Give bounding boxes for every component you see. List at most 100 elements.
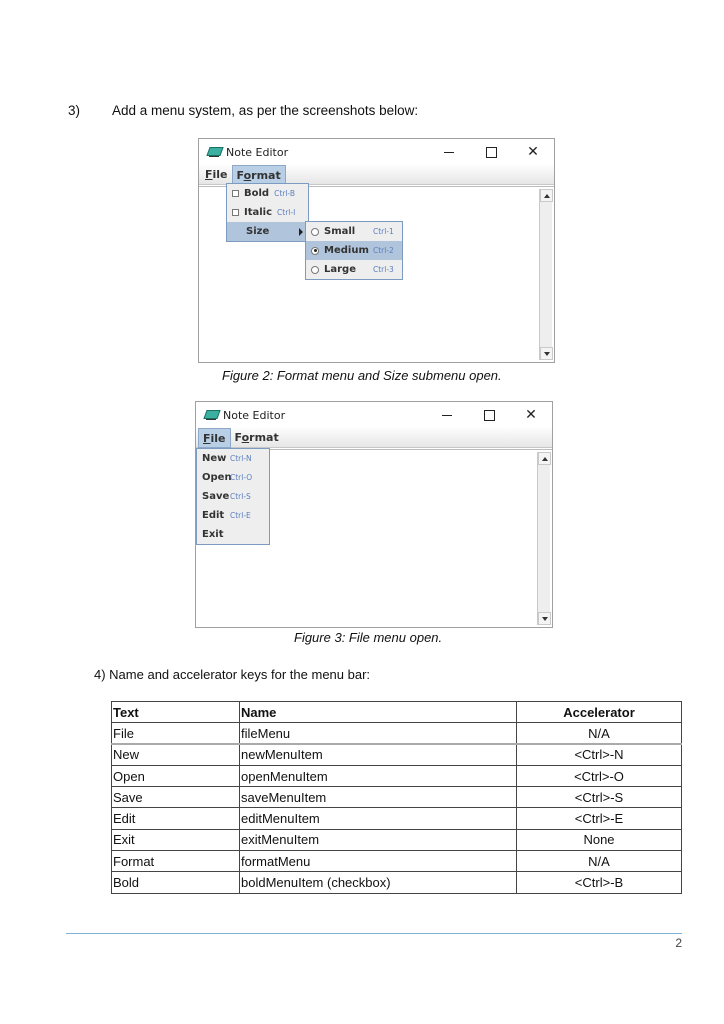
radio-icon <box>311 246 319 255</box>
vertical-scrollbar[interactable] <box>537 452 551 625</box>
scroll-down-icon[interactable] <box>540 347 553 360</box>
submenu-arrow-icon <box>299 228 303 236</box>
accelerator-label: Ctrl-B <box>274 189 296 198</box>
menu-item-label: Bold <box>244 188 270 199</box>
figure-3-caption: Figure 3: File menu open. <box>294 630 443 645</box>
accelerator-label: Ctrl-N <box>230 454 252 463</box>
table-row: Format formatMenu N/A <box>111 850 682 873</box>
accelerator-label: Ctrl-I <box>277 208 296 217</box>
cell-text: Bold <box>111 871 240 894</box>
window-title: Note Editor <box>223 408 286 422</box>
app-icon <box>207 146 221 158</box>
header-name: Name <box>239 700 517 724</box>
table-row: Exit exitMenuItem None <box>111 828 682 852</box>
minimize-icon[interactable] <box>426 402 468 428</box>
accelerator-label: Ctrl-1 <box>373 227 394 236</box>
accelerator-label: Ctrl-O <box>230 473 253 482</box>
menu-item-italic[interactable]: Italic Ctrl-I <box>227 203 308 222</box>
cell-text: Open <box>111 764 240 788</box>
menu-file[interactable]: File <box>201 165 232 185</box>
cell-name: exitMenuItem <box>239 828 517 852</box>
step-number: 3) <box>68 103 81 118</box>
checkbox-icon <box>232 190 239 197</box>
page-number: 2 <box>675 936 682 950</box>
format-dropdown: Bold Ctrl-B Italic Ctrl-I Size <box>226 183 309 242</box>
menu-item-size[interactable]: Size <box>227 222 308 241</box>
cell-accelerator: N/A <box>516 722 682 746</box>
table-row: New newMenuItem <Ctrl>-N <box>111 743 682 766</box>
table-header-row: Text Name Accelerator <box>111 700 682 724</box>
window-title: Note Editor <box>226 145 289 159</box>
cell-text: File <box>111 722 240 746</box>
cell-name: saveMenuItem <box>239 786 517 809</box>
app-icon <box>204 409 218 421</box>
table-row: Edit editMenuItem <Ctrl>-E <box>111 807 682 830</box>
menu-item-small[interactable]: Small Ctrl-1 <box>306 222 402 241</box>
scroll-up-icon[interactable] <box>538 452 551 465</box>
maximize-icon[interactable] <box>470 139 512 165</box>
title-bar: Note Editor ✕ <box>196 402 552 428</box>
menu-item-exit[interactable]: Exit <box>197 525 269 544</box>
menu-item-edit[interactable]: Edit Ctrl-E <box>197 506 269 525</box>
menu-item-label: Small <box>324 226 356 237</box>
step-text: Add a menu system, as per the screenshot… <box>112 103 419 118</box>
header-accelerator: Accelerator <box>516 700 682 724</box>
menu-item-medium[interactable]: Medium Ctrl-2 <box>306 241 402 260</box>
cell-text: Exit <box>111 828 240 852</box>
cell-text: Format <box>111 850 240 873</box>
step-4-instruction: 4) Name and accelerator keys for the men… <box>94 667 371 682</box>
menu-bar: File Format <box>196 427 552 448</box>
menu-item-large[interactable]: Large Ctrl-3 <box>306 260 402 279</box>
table-row: File fileMenu N/A <box>111 722 682 746</box>
minimize-icon[interactable] <box>428 139 470 165</box>
menu-item-label: Size <box>246 226 270 237</box>
menu-item-label: Open <box>202 472 232 483</box>
close-icon[interactable]: ✕ <box>512 139 554 165</box>
cell-text: New <box>111 743 240 766</box>
figure-2-caption: Figure 2: Format menu and Size submenu o… <box>222 368 502 383</box>
title-bar: Note Editor ✕ <box>199 139 554 165</box>
menu-item-label: Medium <box>324 245 369 256</box>
menu-item-new[interactable]: New Ctrl-N <box>197 449 269 468</box>
table-row: Bold boldMenuItem (checkbox) <Ctrl>-B <box>111 871 682 894</box>
header-text: Text <box>111 700 240 724</box>
maximize-icon[interactable] <box>468 402 510 428</box>
menu-item-label: New <box>202 453 227 464</box>
scroll-down-icon[interactable] <box>538 612 551 625</box>
cell-name: newMenuItem <box>239 743 517 766</box>
footer-divider <box>66 933 682 934</box>
accelerator-label: Ctrl-2 <box>373 246 394 255</box>
cell-name: fileMenu <box>239 722 517 746</box>
menu-item-label: Edit <box>202 510 225 521</box>
cell-name: boldMenuItem (checkbox) <box>239 871 517 894</box>
cell-accelerator: <Ctrl>-S <box>516 786 682 809</box>
accelerator-table: Text Name Accelerator File fileMenu N/A New… <box>111 700 682 894</box>
menu-item-open[interactable]: Open Ctrl-O <box>197 468 269 487</box>
size-submenu: Small Ctrl-1 Medium Ctrl-2 Large Ctrl-3 <box>305 221 403 280</box>
radio-icon <box>311 265 319 274</box>
scroll-up-icon[interactable] <box>540 189 553 202</box>
menu-file[interactable]: File <box>198 427 231 448</box>
accelerator-label: Ctrl-3 <box>373 265 394 274</box>
file-dropdown: New Ctrl-N Open Ctrl-O Save Ctrl-S Edit Ctrl-E E… <box>196 448 270 545</box>
accelerator-label: Ctrl-E <box>230 511 251 520</box>
cell-accelerator: N/A <box>516 850 682 873</box>
vertical-scrollbar[interactable] <box>539 189 553 360</box>
menu-bar: File Format <box>199 164 554 185</box>
menu-item-save[interactable]: Save Ctrl-S <box>197 487 269 506</box>
radio-icon <box>311 227 319 236</box>
menu-item-label: Large <box>324 264 356 275</box>
close-icon[interactable]: ✕ <box>510 402 552 428</box>
cell-name: formatMenu <box>239 850 517 873</box>
cell-text: Edit <box>111 807 240 830</box>
menu-format[interactable]: Format <box>231 164 286 185</box>
step-3-instruction: 3) Add a menu system, as per the screensh… <box>68 103 418 118</box>
checkbox-icon <box>232 209 239 216</box>
cell-text: Save <box>111 786 240 809</box>
menu-item-label: Exit <box>202 529 224 540</box>
cell-accelerator: <Ctrl>-B <box>516 871 682 894</box>
cell-accelerator: <Ctrl>-O <box>516 764 682 788</box>
cell-accelerator: None <box>516 828 682 852</box>
menu-item-bold[interactable]: Bold Ctrl-B <box>227 184 308 203</box>
menu-format[interactable]: Format <box>231 428 283 448</box>
